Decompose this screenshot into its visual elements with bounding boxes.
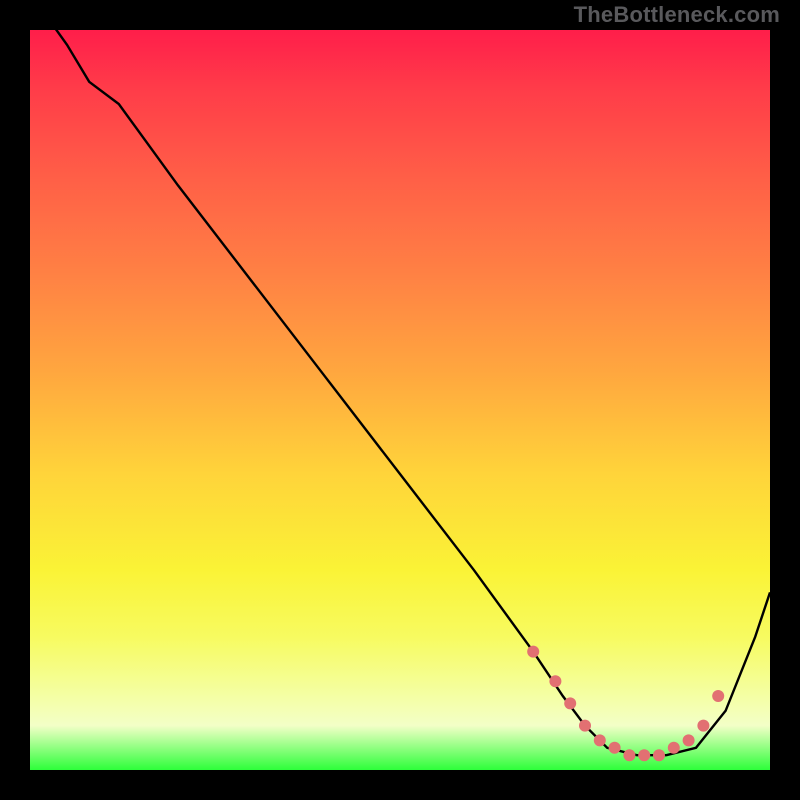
optimal-marker-dot [668, 742, 680, 754]
optimal-marker-dot [549, 675, 561, 687]
plot-area [30, 30, 770, 770]
optimal-marker-dot [712, 690, 724, 702]
branding-watermark: TheBottleneck.com [574, 2, 780, 28]
optimal-range-markers [527, 646, 724, 762]
chart-frame: TheBottleneck.com [0, 0, 800, 800]
optimal-marker-dot [609, 742, 621, 754]
optimal-marker-dot [653, 749, 665, 761]
optimal-marker-dot [697, 720, 709, 732]
optimal-marker-dot [623, 749, 635, 761]
optimal-marker-dot [579, 720, 591, 732]
optimal-marker-dot [638, 749, 650, 761]
optimal-marker-dot [527, 646, 539, 658]
optimal-marker-dot [594, 734, 606, 746]
optimal-marker-dot [683, 734, 695, 746]
optimal-markers-svg [30, 30, 770, 770]
optimal-marker-dot [564, 697, 576, 709]
